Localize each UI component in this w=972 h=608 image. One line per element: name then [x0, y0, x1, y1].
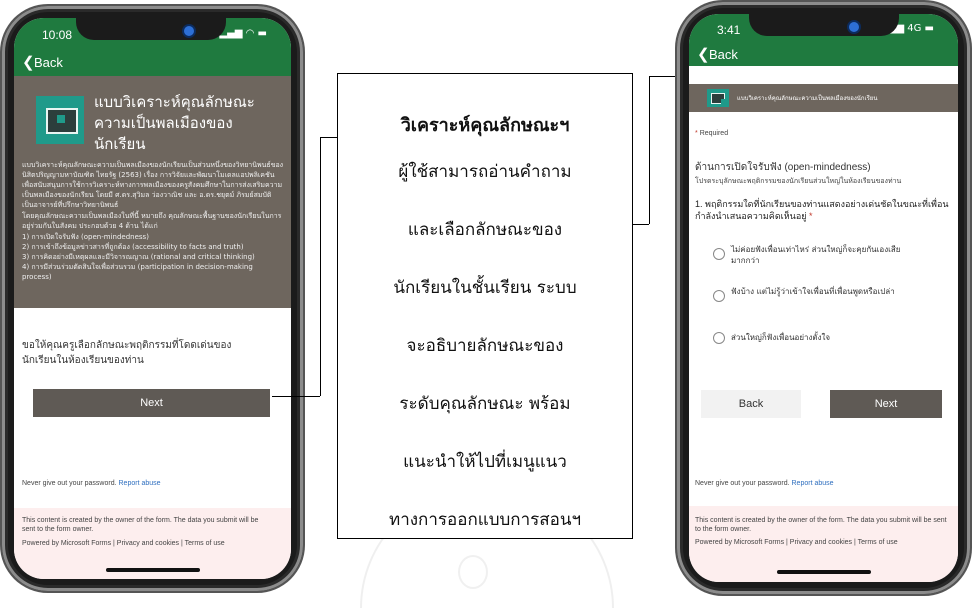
callout-line: แนะนำให้ไปที่เมนูแนว — [403, 452, 567, 472]
form-header: แบบวิเคราะห์คุณลักษณะความเป็นพลเมืองของน… — [14, 76, 291, 308]
back-link[interactable]: Back — [34, 55, 63, 70]
camera-icon — [847, 20, 861, 34]
trait-item: 2) การเข้าถึงข้อมูลข่าวสารที่ถูกต้อง (ac… — [22, 243, 244, 251]
home-indicator[interactable] — [106, 568, 200, 572]
next-button[interactable]: Next — [830, 390, 942, 418]
form-description-traits-intro: โดยคุณลักษณะความเป็นพลเมืองในที่นี้ หมาย… — [22, 212, 282, 230]
question-prompt: ขอให้คุณครูเลือกลักษณะพฤติกรรมที่โดดเด่น… — [22, 340, 232, 366]
password-warning: Never give out your password. Report abu… — [695, 480, 834, 487]
trait-item: 3) การคิดอย่างมีเหตุผลและมีวิจารณญาณ (ra… — [22, 253, 255, 261]
radio-option[interactable] — [713, 248, 725, 260]
section-hint: โปรดระบุลักษณะพฤติกรรมของนักเรียนส่วนใหญ… — [695, 178, 902, 185]
left-connector-top — [320, 137, 337, 138]
callout-line: ผู้ใช้สามารถอ่านคำถาม — [398, 162, 572, 182]
option-label[interactable]: ฟังบ้าง แต่ไม่รู้ว่าเข้าใจเพื่อนที่เพื่อ… — [731, 286, 911, 297]
network-label: 4G — [907, 23, 922, 34]
phone-notch — [76, 18, 226, 40]
annotation-callout: วิเคราะห์คุณลักษณะฯ ผู้ใช้สามารถอ่านคำถา… — [337, 73, 633, 539]
report-abuse-link[interactable]: Report abuse — [792, 480, 834, 487]
trait-item: 4) การมีส่วนร่วมตัดสินใจเพื่อส่วนรวม (pa… — [22, 263, 253, 281]
form-description: แบบวิเคราะห์คุณลักษณะความเป็นพลเมืองของน… — [22, 161, 284, 209]
question-text: 1. พฤติกรรมใดที่นักเรียนของท่านแสดงอย่าง… — [695, 199, 949, 221]
left-connector-vertical — [320, 137, 321, 396]
powered-by[interactable]: Powered by Microsoft Forms | Privacy and… — [22, 540, 277, 547]
callout-line: ระดับคุณลักษณะ พร้อม — [399, 394, 571, 414]
radio-option[interactable] — [713, 332, 725, 344]
back-button[interactable]: Back — [701, 390, 801, 418]
report-abuse-link[interactable]: Report abuse — [119, 480, 161, 487]
forms-logo-icon — [36, 96, 84, 144]
right-connector-bottom — [649, 76, 675, 77]
right-phone-screen: 3:41 ▂▄▆ 4G ▬ ❮ Back แบบวิเคราะห์คุณลักษ… — [689, 14, 958, 582]
callout-line: ทางการออกแบบการสอนฯ — [389, 510, 581, 530]
form-title: แบบวิเคราะห์คุณลักษณะความเป็นพลเมืองของน… — [94, 93, 255, 153]
required-note: * Required — [695, 130, 729, 137]
watermark-emblem — [458, 555, 488, 589]
home-indicator[interactable] — [777, 570, 871, 574]
nav-bar: ❮ Back — [14, 52, 291, 76]
right-connector-top — [631, 224, 649, 225]
section-title: ด้านการเปิดใจรับฟัง (open-mindedness) — [695, 162, 871, 173]
nav-bar: ❮ Back — [689, 44, 958, 66]
radio-option[interactable] — [713, 290, 725, 302]
required-asterisk: * — [695, 130, 698, 137]
back-link[interactable]: Back — [709, 47, 738, 62]
right-connector-vertical — [649, 76, 650, 224]
next-button[interactable]: Next — [33, 389, 270, 417]
password-warning: Never give out your password. Report abu… — [22, 480, 161, 487]
status-time: 10:08 — [42, 28, 73, 42]
callout-line: จะอธิบายลักษณะของ — [406, 336, 564, 356]
option-label[interactable]: ส่วนใหญ่ก็ฟังเพื่อนอย่างตั้งใจ — [731, 332, 911, 343]
owner-notice: This content is created by the owner of … — [695, 517, 947, 533]
required-asterisk: * — [809, 211, 813, 221]
callout-line: และเลือกลักษณะของ — [407, 220, 563, 240]
status-time: 3:41 — [717, 23, 741, 37]
callout-title: วิเคราะห์คุณลักษณะฯ — [400, 115, 570, 136]
powered-by[interactable]: Powered by Microsoft Forms | Privacy and… — [695, 539, 947, 546]
phone-notch — [749, 14, 899, 36]
owner-notice: This content is created by the owner of … — [22, 517, 259, 533]
callout-line: นักเรียนในชั้นเรียน ระบบ — [393, 278, 577, 298]
form-header: แบบวิเคราะห์คุณลักษณะความเป็นพลเมืองของน… — [689, 84, 958, 112]
back-chevron-icon[interactable]: ❮ — [697, 45, 710, 63]
left-phone-frame: 10:08 ▂▄▆ ◠ ▬ ❮ Back แบบวิเคราะห์คุณลักษ… — [2, 6, 303, 591]
forms-logo-icon — [707, 89, 729, 107]
left-phone-screen: 10:08 ▂▄▆ ◠ ▬ ❮ Back แบบวิเคราะห์คุณลักษ… — [14, 18, 291, 579]
signal-wifi-battery-icon: ▂▄▆ ◠ ▬ — [219, 28, 267, 39]
trait-item: 1) การเปิดใจรับฟัง (open-mindedness) — [22, 233, 149, 241]
form-title: แบบวิเคราะห์คุณลักษณะความเป็นพลเมืองของน… — [737, 95, 878, 102]
camera-icon — [182, 24, 196, 38]
left-connector-horizontal — [272, 396, 320, 397]
option-label[interactable]: ไม่ค่อยฟังเพื่อนเท่าไหร่ ส่วนใหญ่ก็จะคุย… — [731, 244, 911, 266]
right-phone-frame: 3:41 ▂▄▆ 4G ▬ ❮ Back แบบวิเคราะห์คุณลักษ… — [677, 2, 970, 594]
back-chevron-icon[interactable]: ❮ — [22, 53, 35, 71]
